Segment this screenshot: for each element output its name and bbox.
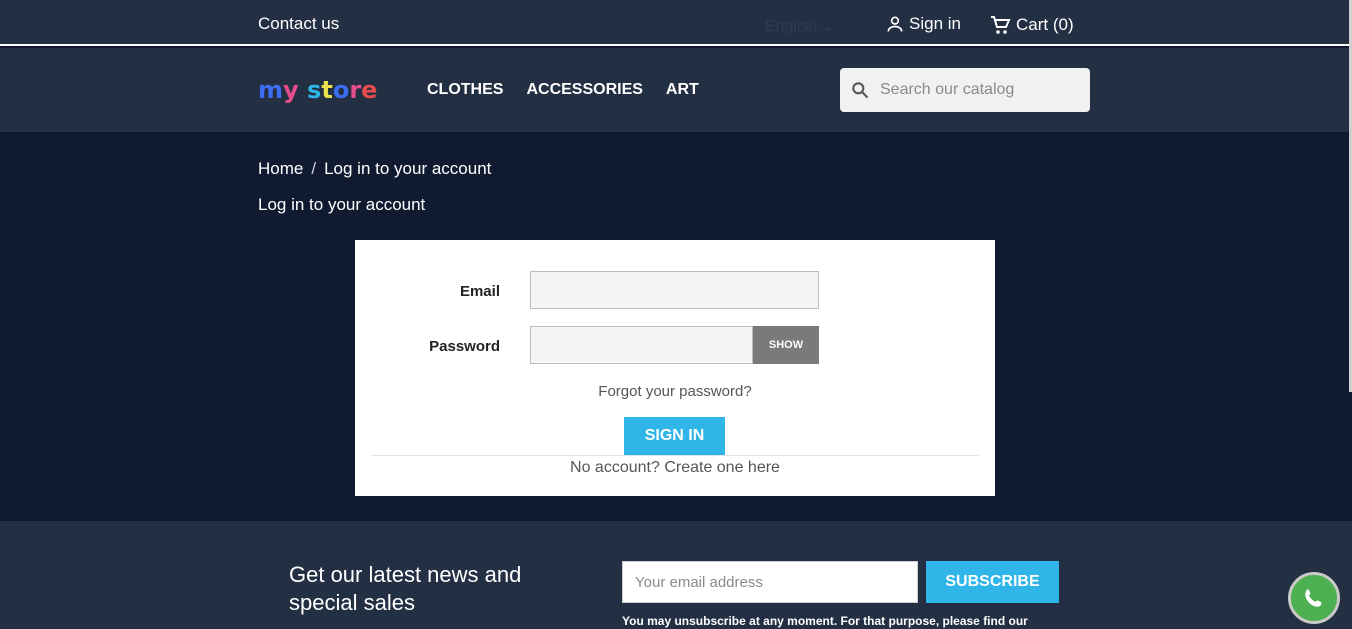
newsletter-title: Get our latest news and special sales [289,562,522,615]
breadcrumb-current[interactable]: Log in to your account [324,159,491,179]
page-title: Log in to your account [258,195,426,214]
cart-label: Cart (0) [1016,15,1074,34]
cart-link[interactable]: Cart (0) [988,13,1074,37]
email-label: Email [459,283,500,300]
language-selector[interactable]: English ⌄ [765,16,835,36]
breadcrumb: Home / Log in to your account [258,159,491,179]
divider [371,455,979,456]
breadcrumb-separator: / [311,159,317,178]
sign-in-link[interactable]: Sign in [885,14,961,34]
password-field[interactable] [530,326,753,364]
store-logo[interactable]: my store [258,76,377,104]
newsletter-section: Get our latest news and special sales SU… [0,521,1352,629]
email-field[interactable] [530,271,819,309]
search-input[interactable] [880,81,1080,99]
create-account-link[interactable]: No account? Create one here [355,459,995,477]
site-header: my store CLOTHES ACCESSORIES ART [0,48,1352,132]
menu-item-accessories[interactable]: ACCESSORIES [526,81,642,99]
language-label: English [765,18,818,35]
contact-us-link[interactable]: Contact us [258,14,339,34]
login-form: Email Password SHOW Forgot your password… [355,240,995,496]
top-nav: Contact us English ⌄ Sign in Cart (0) [0,0,1352,46]
whatsapp-icon[interactable] [1288,572,1340,624]
sign-in-button[interactable]: SIGN IN [624,417,725,455]
search-icon[interactable] [850,80,870,100]
password-label: Password [429,338,500,355]
show-password-button[interactable]: SHOW [753,326,819,364]
menu-item-clothes[interactable]: CLOTHES [427,81,503,99]
search-box [840,68,1090,112]
menu-item-art[interactable]: ART [666,81,699,99]
subscribe-button[interactable]: SUBSCRIBE [926,561,1059,603]
main-menu: CLOTHES ACCESSORIES ART [427,81,699,99]
user-icon [887,16,903,32]
newsletter-email-input[interactable] [622,561,918,603]
breadcrumb-home[interactable]: Home [258,159,303,179]
chevron-down-icon: ⌄ [821,18,836,35]
phone-icon [1305,589,1322,607]
cart-icon [991,16,1011,34]
forgot-password-link[interactable]: Forgot your password? [355,383,995,400]
newsletter-note: You may unsubscribe at any moment. For t… [622,614,1028,628]
sign-in-label: Sign in [909,14,961,33]
